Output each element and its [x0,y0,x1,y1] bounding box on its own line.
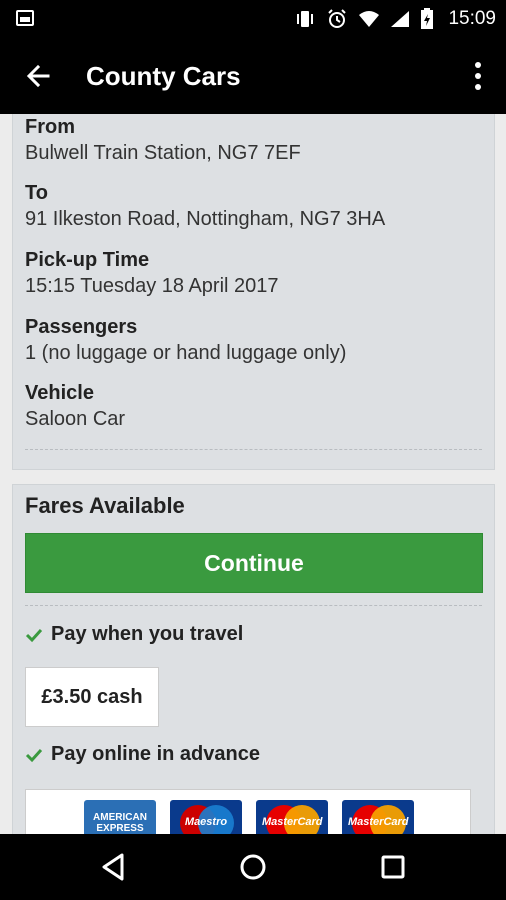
status-bar: 15:09 [0,0,506,38]
navigation-bar [0,834,506,900]
cash-fare-option[interactable]: £3.50 cash [25,667,159,727]
passengers-value: 1 (no luggage or hand luggage only) [25,342,347,364]
mastercard-logo: MasterCard [256,800,328,834]
checkmark-icon [25,748,43,762]
main-content[interactable]: From Bulwell Train Station, NG7 7EF To 9… [0,114,506,834]
gallery-icon [16,10,34,26]
continue-button[interactable]: Continue [25,533,483,593]
status-icons: 15:09 [294,0,496,38]
maestro-logo: Maestro [170,800,242,834]
signal-icon [391,11,410,27]
divider [25,449,482,450]
passengers-field: Passengers 1 (no luggage or hand luggage… [25,315,346,365]
mastercard-logo: MasterCard [342,800,414,834]
trip-details-card: From Bulwell Train Station, NG7 7EF To 9… [12,114,495,470]
pickup-field: Pick-up Time 15:15 Tuesday 18 April 2017 [25,248,279,298]
mastercard-logo-text: MasterCard [262,816,323,828]
vehicle-label: Vehicle [25,382,94,404]
passengers-label: Passengers [25,316,138,338]
mastercard-logo-text: MasterCard [348,816,409,828]
wifi-icon [359,11,380,27]
recents-square-icon[interactable] [377,851,409,883]
app-bar: County Cars [0,38,506,114]
from-field: From Bulwell Train Station, NG7 7EF [25,115,301,165]
to-value: 91 Ilkeston Road, Nottingham, NG7 3HA [25,208,386,230]
overflow-menu-icon[interactable] [472,60,484,92]
pay-online-row: Pay online in advance [25,743,260,766]
battery-icon [421,8,434,29]
divider [25,605,482,606]
pay-when-travel-row: Pay when you travel [25,623,243,646]
maestro-logo-text: Maestro [184,816,228,828]
vehicle-field: Vehicle Saloon Car [25,381,125,431]
to-field: To 91 Ilkeston Road, Nottingham, NG7 3HA [25,181,385,231]
from-value: Bulwell Train Station, NG7 7EF [25,142,301,164]
to-label: To [25,182,48,204]
pickup-value: 15:15 Tuesday 18 April 2017 [25,275,279,297]
pay-when-travel-label: Pay when you travel [51,623,244,645]
from-label: From [25,116,75,138]
alarm-icon [328,9,347,28]
fares-title: Fares Available [25,493,185,518]
arrow-left-icon[interactable] [22,60,54,92]
fares-card: Fares Available Continue Pay when you tr… [12,484,495,834]
app-title: County Cars [86,61,241,91]
amex-logo: AMERICAN EXPRESS [84,800,156,834]
home-circle-icon[interactable] [237,851,269,883]
card-payment-option[interactable]: AMERICAN EXPRESS Maestro MasterCard Mast… [25,789,471,834]
checkmark-icon [25,628,43,642]
pay-online-label: Pay online in advance [51,743,260,765]
vibrate-icon [297,11,314,27]
back-triangle-icon[interactable] [98,851,130,883]
vehicle-value: Saloon Car [25,408,126,430]
status-time: 15:09 [448,8,496,29]
pickup-label: Pick-up Time [25,249,150,271]
amex-logo-text: AMERICAN EXPRESS [93,812,147,834]
